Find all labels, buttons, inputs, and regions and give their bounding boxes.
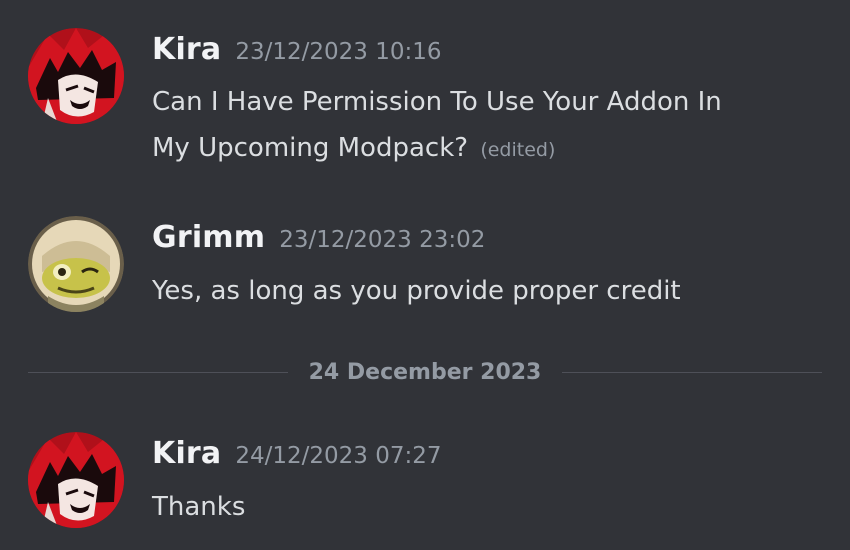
chat-message-list: Kira 23/12/2023 10:16 Can I Have Permissi… xyxy=(0,0,850,550)
message-header: Grimm 23/12/2023 23:02 xyxy=(152,220,485,255)
message-line: Yes, as long as you provide proper credi… xyxy=(152,276,681,306)
message-line: Thanks xyxy=(152,492,246,522)
message-content: Yes, as long as you provide proper credi… xyxy=(152,268,832,314)
username[interactable]: Kira xyxy=(152,32,221,67)
anime-red-hair-avatar-icon xyxy=(28,28,124,124)
message-line: My Upcoming Modpack? (edited) xyxy=(152,125,832,173)
username[interactable]: Kira xyxy=(152,436,221,471)
timestamp[interactable]: 24/12/2023 07:27 xyxy=(235,443,441,469)
message-content: Thanks xyxy=(152,484,832,530)
avatar[interactable] xyxy=(28,216,124,312)
message-line: Can I Have Permission To Use Your Addon … xyxy=(152,87,722,117)
date-divider: 24 December 2023 xyxy=(28,356,822,390)
frog-face-avatar-icon xyxy=(28,216,124,312)
message-content: Can I Have Permission To Use Your Addon … xyxy=(152,79,832,173)
message-header: Kira 24/12/2023 07:27 xyxy=(152,436,442,471)
divider-line xyxy=(562,372,822,373)
date-divider-label: 24 December 2023 xyxy=(308,360,542,385)
avatar[interactable] xyxy=(28,28,124,124)
anime-red-hair-avatar-icon xyxy=(28,432,124,528)
message-line-text: My Upcoming Modpack? xyxy=(152,133,469,163)
timestamp[interactable]: 23/12/2023 10:16 xyxy=(235,39,441,65)
edited-label[interactable]: (edited) xyxy=(480,139,555,161)
timestamp[interactable]: 23/12/2023 23:02 xyxy=(279,227,485,253)
avatar[interactable] xyxy=(28,432,124,528)
message-header: Kira 23/12/2023 10:16 xyxy=(152,32,442,67)
username[interactable]: Grimm xyxy=(152,220,265,255)
